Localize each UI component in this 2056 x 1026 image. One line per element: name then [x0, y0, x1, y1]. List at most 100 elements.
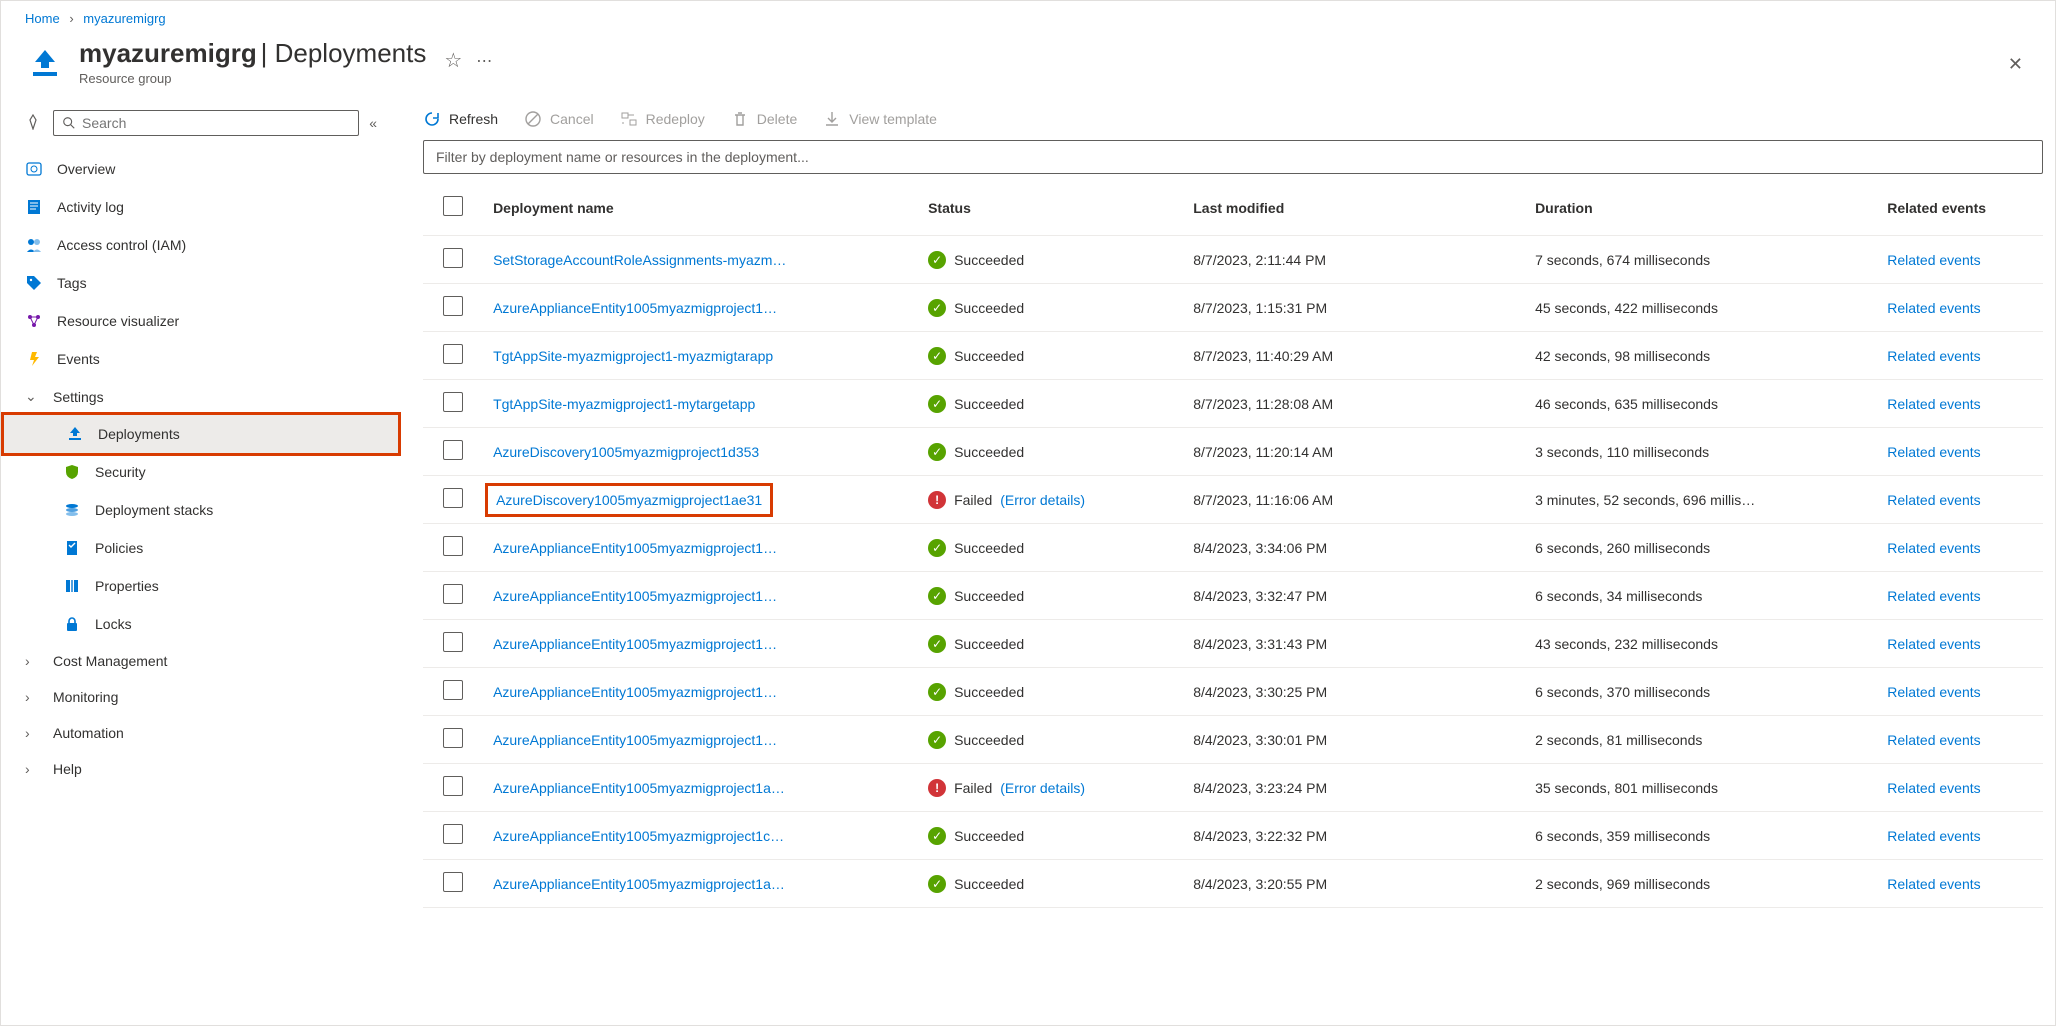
deployment-link[interactable]: AzureApplianceEntity1005myazmigproject1c…: [493, 828, 784, 844]
row-checkbox[interactable]: [443, 488, 463, 508]
sidebar-group[interactable]: ›Help: [1, 751, 401, 787]
sidebar-item-policies[interactable]: Policies: [1, 529, 401, 567]
refresh-icon: [423, 110, 441, 128]
view-template-button: View template: [823, 110, 937, 128]
status-text: Succeeded: [954, 444, 1024, 460]
sidebar-item-deployments[interactable]: Deployments: [1, 412, 401, 456]
error-details-link[interactable]: (Error details): [1000, 492, 1085, 508]
row-checkbox[interactable]: [443, 248, 463, 268]
sidebar-group[interactable]: ›Monitoring: [1, 679, 401, 715]
modified-cell: 8/4/2023, 3:22:32 PM: [1183, 812, 1525, 860]
row-checkbox[interactable]: [443, 728, 463, 748]
error-details-link[interactable]: (Error details): [1000, 780, 1085, 796]
close-button[interactable]: ✕: [2000, 46, 2031, 83]
status-text: Succeeded: [954, 300, 1024, 316]
sidebar-item-label: Tags: [57, 275, 87, 291]
deployment-link[interactable]: AzureApplianceEntity1005myazmigproject1…: [493, 636, 777, 652]
success-icon: ✓: [928, 875, 946, 893]
row-checkbox[interactable]: [443, 296, 463, 316]
header-status[interactable]: Status: [918, 178, 1183, 236]
deployment-link[interactable]: AzureApplianceEntity1005myazmigproject1…: [493, 300, 777, 316]
related-events-link[interactable]: Related events: [1887, 396, 1980, 412]
sidebar-item-tags[interactable]: Tags: [1, 264, 401, 302]
refresh-button[interactable]: Refresh: [423, 110, 498, 128]
properties-icon: [63, 577, 81, 595]
related-events-link[interactable]: Related events: [1887, 636, 1980, 652]
success-icon: ✓: [928, 731, 946, 749]
related-events-link[interactable]: Related events: [1887, 588, 1980, 604]
status-text: Succeeded: [954, 252, 1024, 268]
header-events[interactable]: Related events: [1877, 178, 2043, 236]
related-events-link[interactable]: Related events: [1887, 540, 1980, 556]
deployment-link[interactable]: AzureApplianceEntity1005myazmigproject1…: [493, 588, 777, 604]
sidebar-group[interactable]: ›Cost Management: [1, 643, 401, 679]
favorite-icon[interactable]: ☆: [444, 48, 462, 73]
breadcrumb-home[interactable]: Home: [25, 11, 60, 26]
breadcrumb: Home › myazuremigrg: [1, 1, 2055, 30]
related-events-link[interactable]: Related events: [1887, 348, 1980, 364]
related-events-link[interactable]: Related events: [1887, 300, 1980, 316]
sidebar-search[interactable]: [53, 110, 359, 136]
row-checkbox[interactable]: [443, 536, 463, 556]
deployment-link[interactable]: TgtAppSite-myazmigproject1-mytargetapp: [493, 396, 755, 412]
sidebar-item-iam[interactable]: Access control (IAM): [1, 226, 401, 264]
sidebar-item-security[interactable]: Security: [1, 453, 401, 491]
deployment-link[interactable]: AzureApplianceEntity1005myazmigproject1…: [493, 732, 777, 748]
related-events-link[interactable]: Related events: [1887, 444, 1980, 460]
page-section: Deployments: [275, 38, 427, 68]
related-events-link[interactable]: Related events: [1887, 684, 1980, 700]
deployment-link[interactable]: AzureApplianceEntity1005myazmigproject1…: [493, 540, 777, 556]
deployment-link[interactable]: SetStorageAccountRoleAssignments-myazm…: [493, 252, 786, 268]
select-all-checkbox[interactable]: [443, 196, 463, 216]
row-checkbox[interactable]: [443, 584, 463, 604]
row-checkbox[interactable]: [443, 776, 463, 796]
row-checkbox[interactable]: [443, 680, 463, 700]
deployments-icon: [25, 44, 65, 84]
sidebar-group-settings[interactable]: ⌄ Settings: [1, 378, 401, 415]
header-duration[interactable]: Duration: [1525, 178, 1877, 236]
related-events-link[interactable]: Related events: [1887, 876, 1980, 892]
deployment-link[interactable]: AzureApplianceEntity1005myazmigproject1…: [493, 684, 777, 700]
related-events-link[interactable]: Related events: [1887, 732, 1980, 748]
deployment-link[interactable]: AzureApplianceEntity1005myazmigproject1a…: [493, 876, 785, 892]
table-row: AzureApplianceEntity1005myazmigproject1c…: [423, 812, 2043, 860]
more-icon[interactable]: ⋯: [476, 51, 494, 71]
toolbar: Refresh Cancel Redeploy Delete View temp…: [423, 104, 2043, 140]
row-checkbox[interactable]: [443, 344, 463, 364]
duration-cell: 6 seconds, 370 milliseconds: [1525, 668, 1877, 716]
pin-icon[interactable]: [25, 114, 43, 133]
sidebar-group[interactable]: ›Automation: [1, 715, 401, 751]
row-checkbox[interactable]: [443, 440, 463, 460]
sidebar-item-locks[interactable]: Locks: [1, 605, 401, 643]
sidebar-item-events[interactable]: Events: [1, 340, 401, 378]
deployment-link[interactable]: AzureDiscovery1005myazmigproject1ae31: [496, 492, 762, 508]
modified-cell: 8/4/2023, 3:30:25 PM: [1183, 668, 1525, 716]
success-icon: ✓: [928, 539, 946, 557]
related-events-link[interactable]: Related events: [1887, 828, 1980, 844]
deployment-link[interactable]: TgtAppSite-myazmigproject1-myazmigtarapp: [493, 348, 773, 364]
success-icon: ✓: [928, 587, 946, 605]
breadcrumb-rg[interactable]: myazuremigrg: [83, 11, 165, 26]
row-checkbox[interactable]: [443, 632, 463, 652]
deployment-link[interactable]: AzureApplianceEntity1005myazmigproject1a…: [493, 780, 785, 796]
related-events-link[interactable]: Related events: [1887, 780, 1980, 796]
sidebar-item-log[interactable]: Activity log: [1, 188, 401, 226]
filter-input[interactable]: [423, 140, 2043, 174]
sidebar-item-label: Deployment stacks: [95, 502, 213, 518]
related-events-link[interactable]: Related events: [1887, 492, 1980, 508]
sidebar-item-visualizer[interactable]: Resource visualizer: [1, 302, 401, 340]
sidebar-item-stacks[interactable]: Deployment stacks: [1, 491, 401, 529]
search-input[interactable]: [76, 115, 350, 131]
row-checkbox[interactable]: [443, 872, 463, 892]
collapse-sidebar-icon[interactable]: «: [369, 115, 377, 131]
header-modified[interactable]: Last modified: [1183, 178, 1525, 236]
redeploy-button: Redeploy: [620, 110, 705, 128]
sidebar-item-properties[interactable]: Properties: [1, 567, 401, 605]
header-name[interactable]: Deployment name: [483, 178, 918, 236]
table-row: AzureDiscovery1005myazmigproject1d353 ✓S…: [423, 428, 2043, 476]
row-checkbox[interactable]: [443, 392, 463, 412]
row-checkbox[interactable]: [443, 824, 463, 844]
sidebar-item-overview[interactable]: Overview: [1, 150, 401, 188]
related-events-link[interactable]: Related events: [1887, 252, 1980, 268]
deployment-link[interactable]: AzureDiscovery1005myazmigproject1d353: [493, 444, 759, 460]
